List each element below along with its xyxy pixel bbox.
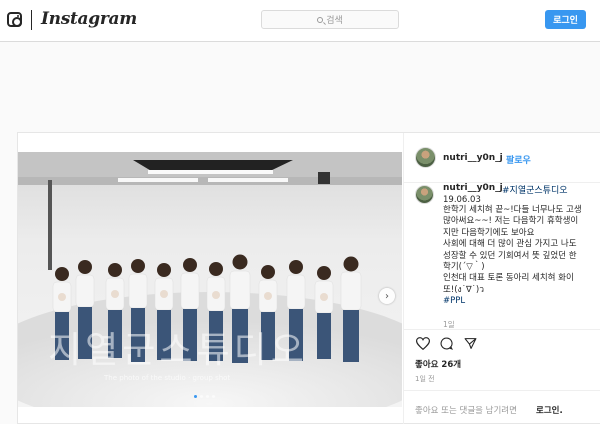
- action-bar: [404, 329, 600, 355]
- heart-icon[interactable]: [416, 337, 430, 350]
- studio-photo-illustration: 지열군스튜디오 The photo of the studio · group …: [18, 152, 402, 407]
- caption-line: 많아써요~~! 저는 다음학기 휴학생이: [443, 216, 579, 227]
- post-card: 지열군스튜디오 The photo of the studio · group …: [17, 132, 600, 424]
- comment-login-link[interactable]: 로그인.: [536, 404, 563, 416]
- caption-line: 또!(ง˙∇˙)ว: [443, 284, 484, 295]
- instagram-logo-icon[interactable]: [7, 12, 22, 27]
- search-icon: [317, 16, 324, 23]
- caption-line: 지만 다음학기에도 보아요: [443, 227, 535, 238]
- search-placeholder: 검색: [326, 16, 343, 26]
- carousel-dot: [194, 395, 197, 398]
- caption-line: 한학기 세치혀 끝~!다들 너무나도 고생: [443, 205, 582, 215]
- photo-overlay-text: 지열군스튜디오: [48, 330, 308, 371]
- search-input[interactable]: 검색: [261, 10, 399, 29]
- comment-prompt: 좋아요 또는 댓글을 남기려면: [415, 406, 517, 416]
- caption-ppl-hashtag[interactable]: #PPL: [443, 296, 600, 307]
- nav-divider: [31, 10, 32, 30]
- carousel-dot: [212, 395, 215, 398]
- carousel-dots: [194, 395, 215, 398]
- instagram-wordmark[interactable]: Instagram: [41, 9, 137, 29]
- caption-avatar[interactable]: [415, 185, 434, 204]
- follow-button[interactable]: 팔로우: [506, 153, 531, 166]
- username-link[interactable]: nutri__y0n_j: [443, 153, 503, 163]
- caption-body: 한학기 세치혀 끝~!다들 너무나도 고생 많아써요~~! 저는 다음학기 휴학…: [443, 205, 600, 308]
- caption-line: 인천대 대표 토론 동아리 세치혀 화이: [443, 273, 574, 284]
- post-photo[interactable]: 지열군스튜디오 The photo of the studio · group …: [18, 152, 402, 407]
- login-button[interactable]: 로그인: [545, 10, 586, 29]
- carousel-dot: [206, 395, 209, 398]
- caption-date: 19.06.03: [443, 195, 481, 205]
- comment-icon[interactable]: [440, 337, 453, 350]
- avatar[interactable]: [415, 147, 436, 168]
- comment-bar: 좋아요 또는 댓글을 남기려면 로그인.: [404, 390, 600, 424]
- post-timestamp[interactable]: 1일 전: [415, 374, 435, 384]
- caption-line: 사회에 대해 더 많이 관심 가지고 나도: [443, 239, 577, 250]
- share-icon[interactable]: [464, 337, 477, 350]
- likes-count[interactable]: 좋아요 26개: [415, 358, 461, 370]
- post-header: nutri__y0n_j 팔로우 ...: [404, 133, 600, 183]
- caption-line: 성장할 수 있던 기회여서 뜻 깊었던 한: [443, 250, 577, 261]
- caption-hashtag[interactable]: #지열군스튜디오: [502, 183, 568, 196]
- caption-username[interactable]: nutri__y0n_j: [443, 183, 503, 193]
- top-nav: Instagram 검색 로그인: [0, 0, 600, 42]
- caption-line: 학기(´▽｀): [443, 262, 485, 273]
- post-sidebar: nutri__y0n_j 팔로우 ... nutri__y0n_j #지열군스튜…: [403, 133, 600, 424]
- photo-overlay-subtext: The photo of the studio · group shot: [103, 374, 230, 382]
- carousel-dot: [200, 395, 203, 398]
- next-photo-arrow[interactable]: ›: [379, 288, 395, 304]
